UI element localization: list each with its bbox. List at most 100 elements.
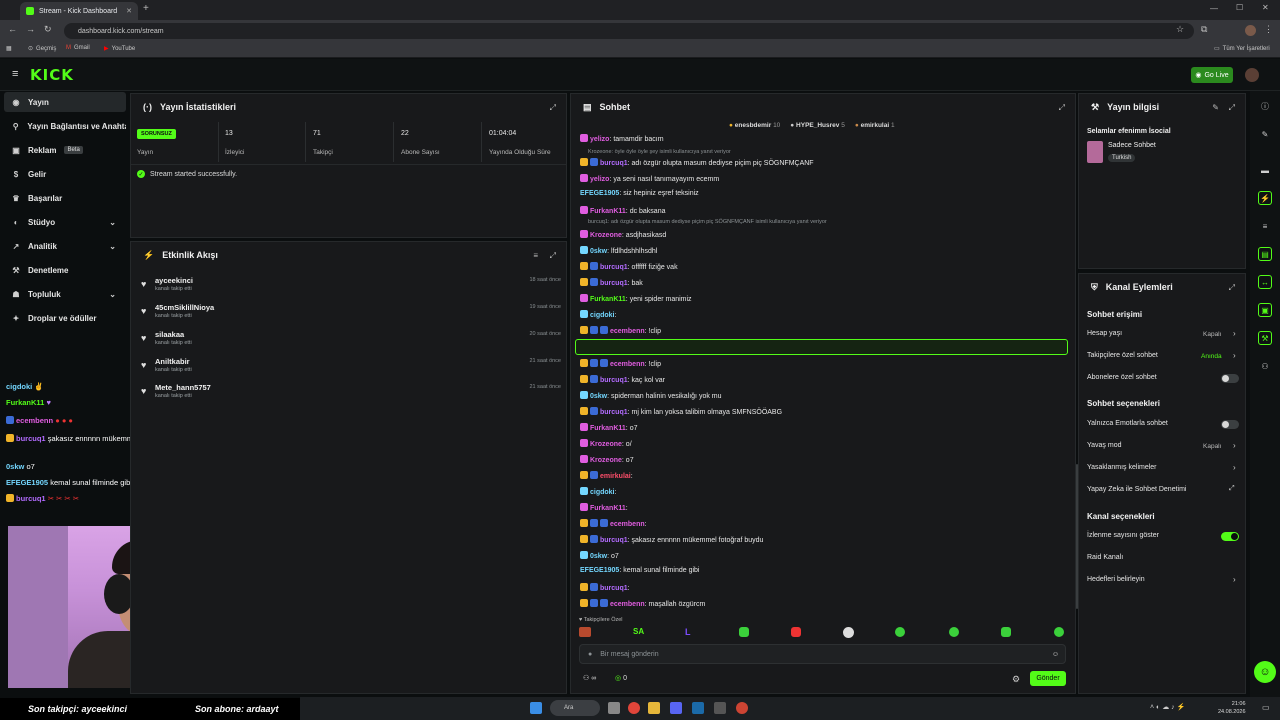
chat-username[interactable]: cigdoki <box>590 312 615 319</box>
chrome-icon[interactable] <box>628 702 640 714</box>
emote-icon[interactable] <box>1054 627 1064 637</box>
app-icon[interactable] <box>714 702 726 714</box>
bookmark-gmail[interactable]: M Gmail <box>66 45 90 51</box>
chat-username[interactable]: cigdoki <box>590 489 615 496</box>
chat-username[interactable]: FurkanK11 <box>590 208 626 215</box>
close-window-icon[interactable]: ✕ <box>1262 3 1269 12</box>
chat-username[interactable]: burcuq1 <box>600 280 628 287</box>
chat-username[interactable]: burcuq1 <box>600 537 628 544</box>
ai-moderation-row[interactable]: Yapay Zeka ile Sohbet Denetimi ⤢ <box>1083 484 1241 498</box>
edit-icon[interactable]: ✎ <box>1212 103 1219 112</box>
profile-avatar[interactable] <box>1245 25 1256 36</box>
emote-icon[interactable]: SA <box>633 627 644 636</box>
extensions-icon[interactable]: ⧉ <box>1201 24 1207 35</box>
popout-icon[interactable]: ⤢ <box>1229 103 1235 113</box>
chat-username[interactable]: Krozeone <box>590 441 622 448</box>
kick-logo[interactable]: KICK <box>30 66 74 84</box>
chat-username[interactable]: ecembenn <box>610 601 645 608</box>
chat-username[interactable]: ecembenn <box>610 328 645 335</box>
lightning-icon[interactable]: ⚡ <box>1258 191 1272 205</box>
stats-icon[interactable]: ▣ <box>1258 303 1272 317</box>
hamburger-menu-icon[interactable]: ≡ <box>12 68 18 80</box>
emote-only-toggle[interactable] <box>1221 420 1239 429</box>
bookmark-youtube[interactable]: ▶ YouTube <box>104 45 135 53</box>
emote-icon[interactable] <box>1001 627 1011 637</box>
minimize-icon[interactable]: — <box>1210 4 1218 13</box>
show-viewers-toggle[interactable] <box>1221 532 1239 541</box>
emote-icon[interactable] <box>579 627 591 637</box>
users-icon[interactable]: ⚇ <box>1258 359 1272 373</box>
chat-username[interactable]: burcuq1 <box>600 409 628 416</box>
maximize-icon[interactable]: ☐ <box>1236 3 1243 12</box>
apps-icon[interactable]: ▦ <box>6 45 12 52</box>
chat-settings-icon[interactable]: ⚙ <box>1012 674 1020 685</box>
emoji-icon[interactable]: ☺ <box>1052 651 1059 658</box>
video-icon[interactable]: ▬ <box>1258 163 1272 177</box>
taskview-icon[interactable] <box>608 702 620 714</box>
start-icon[interactable] <box>530 702 542 714</box>
taskbar-search[interactable]: Ara <box>550 700 600 716</box>
send-button[interactable]: Gönder <box>1030 671 1066 686</box>
sidebar-item-topluluk[interactable]: ☗ Topluluk ⌄ <box>4 284 126 304</box>
followers-chat-row[interactable]: Takipçilere özel sohbet Anında › <box>1083 350 1241 364</box>
reload-icon[interactable]: ↻ <box>44 24 52 35</box>
folder-icon[interactable] <box>648 702 660 714</box>
sidebar-item-reklam[interactable]: ▣ Reklam Beta <box>4 140 126 160</box>
go-live-button[interactable]: ◉ Go Live <box>1191 67 1233 83</box>
chat-username[interactable]: EFEGE1905 <box>580 190 619 197</box>
system-tray-icons[interactable]: ˄ ◐ ☁ ♪ ⚡ <box>1150 703 1185 711</box>
popout-icon[interactable]: ⤢ <box>550 103 556 113</box>
notification-icon[interactable]: ▭ <box>1262 703 1270 712</box>
signal-icon[interactable]: ↔ <box>1258 275 1272 289</box>
url-bar[interactable]: dashboard.kick.com/stream <box>64 23 1194 39</box>
back-icon[interactable]: ← <box>8 24 17 34</box>
obs-icon[interactable] <box>736 702 748 714</box>
sidebar-item-studyo[interactable]: ◐ Stüdyo ⌄ <box>4 212 126 232</box>
bookmark-star-icon[interactable]: ☆ <box>1176 24 1184 35</box>
chat-username[interactable]: Krozeone <box>590 457 622 464</box>
chat-username[interactable]: 0skw <box>590 393 607 400</box>
help-chat-icon[interactable]: ☺ <box>1254 661 1276 683</box>
chat-icon[interactable]: ▤ <box>1258 247 1272 261</box>
chat-username[interactable]: FurkanK11 <box>590 505 626 512</box>
chat-username[interactable]: burcuq1 <box>600 160 628 167</box>
emote-icon[interactable] <box>843 627 854 638</box>
emote-icon[interactable] <box>895 627 905 637</box>
info-icon[interactable]: ⓘ <box>1258 99 1272 113</box>
browser-menu-icon[interactable]: ⋮ <box>1264 24 1273 35</box>
forward-icon[interactable]: → <box>26 24 35 34</box>
chat-username[interactable]: ecembenn <box>610 361 645 368</box>
user-avatar[interactable] <box>1245 68 1259 82</box>
chat-username[interactable]: emirkulai <box>600 473 631 480</box>
targets-row[interactable]: Hedefleri belirleyin › <box>1083 574 1241 588</box>
chat-username[interactable]: 0skw <box>590 248 607 255</box>
sidebar-item-analitik[interactable]: ↗ Analitik ⌄ <box>4 236 126 256</box>
new-tab-icon[interactable]: + <box>143 3 149 14</box>
discord-icon[interactable] <box>670 702 682 714</box>
emote-icon[interactable] <box>739 627 749 637</box>
popout-icon[interactable]: ⤢ <box>1229 283 1235 293</box>
chat-username[interactable]: burcuq1 <box>600 585 628 592</box>
all-bookmarks[interactable]: ▭ Tüm Yer İşaretleri <box>1214 45 1270 53</box>
close-tab-icon[interactable]: ✕ <box>126 7 132 15</box>
chat-username[interactable]: yelizo <box>590 176 609 183</box>
chat-username[interactable]: burcuq1 <box>600 377 628 384</box>
sidebar-item-stream-key[interactable]: ⚲ Yayın Bağlantısı ve Anahtarı <box>4 116 126 136</box>
chat-input[interactable]: ● Bir mesaj gönderin ☺ <box>579 644 1066 664</box>
raid-row[interactable]: Raid Kanalı <box>1083 552 1241 566</box>
chat-username[interactable]: FurkanK11 <box>590 296 626 303</box>
sidebar-item-gelir[interactable]: $ Gelir <box>4 164 126 184</box>
chat-username[interactable]: burcuq1 <box>600 264 628 271</box>
sidebar-item-basarilar[interactable]: ♛ Başarılar <box>4 188 126 208</box>
emote-icon[interactable]: L <box>685 627 691 637</box>
chat-users-icon[interactable]: ⚇ ∞ <box>583 674 596 682</box>
clock[interactable]: 21:06 24.08.2026 <box>1218 700 1246 716</box>
browser-tab[interactable]: Stream - Kick Dashboard ✕ <box>20 2 138 20</box>
popout-icon[interactable]: ⤢ <box>1059 103 1065 113</box>
chat-username[interactable]: yelizo <box>590 136 609 143</box>
list-icon[interactable]: ≡ <box>1258 219 1272 233</box>
bookmark-history[interactable]: ⊙ Geçmiş <box>28 45 56 53</box>
chat-username[interactable]: EFEGE1905 <box>580 567 619 574</box>
emote-icon[interactable] <box>791 627 801 637</box>
sidebar-item-denetleme[interactable]: ⚒ Denetleme <box>4 260 126 280</box>
